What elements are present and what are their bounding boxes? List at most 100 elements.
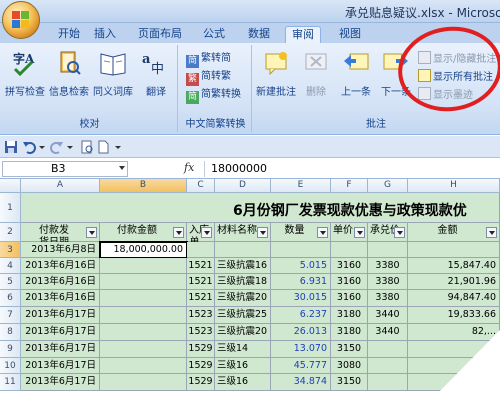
table-cell[interactable] [100,374,187,391]
table-cell[interactable] [368,358,408,374]
table-cell[interactable]: 三级16 [215,374,271,391]
column-header[interactable]: H [408,179,500,193]
table-cell[interactable]: 26.013 [271,324,331,341]
table-cell[interactable]: 2013年6月17日 [21,358,100,374]
table-cell[interactable]: 3160 [331,258,368,274]
row-header[interactable]: 6 [0,290,21,307]
filter-dropdown-icon[interactable] [486,227,497,238]
table-cell[interactable]: 3180 [331,307,368,324]
filter-dropdown-icon[interactable] [201,227,212,238]
table-cell[interactable]: 18,000,000.00 [99,241,188,259]
row-header[interactable]: 1 [0,193,21,223]
row-header[interactable]: 3 [0,242,21,258]
table-cell[interactable]: 1521 [187,274,215,290]
row-header[interactable]: 2 [0,223,21,242]
row-header[interactable]: 5 [0,274,21,290]
table-cell[interactable]: 2013年6月8日 [21,242,100,258]
table-cell[interactable]: 三级16 [215,358,271,374]
table-cell[interactable]: 三级14 [215,341,271,358]
table-cell[interactable] [100,341,187,358]
table-cell[interactable]: 三级抗震18 [215,274,271,290]
research-button[interactable]: 信息检索 [48,49,90,98]
table-cell[interactable]: 3160 [331,290,368,307]
table-cell[interactable] [271,242,331,258]
table-cell[interactable]: 1529 [187,374,215,391]
tab-formulas[interactable]: 公式 [197,26,231,43]
table-cell[interactable]: 2013年6月17日 [21,374,100,391]
spell-check-button[interactable]: 字A 拼写检查 [4,49,46,98]
tab-review[interactable]: 审阅 [285,26,321,43]
insert-function-icon[interactable]: fx [184,161,194,174]
table-cell[interactable]: 三级抗震25 [215,307,271,324]
table-cell[interactable]: 3380 [368,274,408,290]
row-header[interactable]: 9 [0,341,21,358]
table-cell[interactable]: 30.015 [271,290,331,307]
table-cell[interactable]: 13.070 [271,341,331,358]
column-header[interactable]: C [187,179,215,193]
show-all-comments-button[interactable]: 显示所有批注 [418,69,493,85]
table-cell[interactable]: 6.237 [271,307,331,324]
column-header[interactable]: E [271,179,331,193]
table-cell[interactable] [368,341,408,358]
table-cell[interactable] [215,242,271,258]
show-ink-button[interactable]: 显示墨迹 [418,87,473,103]
save-icon[interactable] [4,140,18,154]
table-cell[interactable]: 5.015 [271,258,331,274]
table-cell[interactable]: 21,901.96 [408,274,500,290]
table-header-h[interactable]: 金额 [408,223,500,242]
filter-dropdown-icon[interactable] [394,227,405,238]
table-cell[interactable]: 三级抗震16 [215,258,271,274]
column-header[interactable]: F [331,179,368,193]
tab-insert[interactable]: 插入 [88,26,122,43]
table-cell[interactable] [100,258,187,274]
table-cell[interactable]: 34.874 [271,374,331,391]
table-cell[interactable]: 3160 [331,274,368,290]
table-cell[interactable]: 1521 [187,258,215,274]
table-cell[interactable]: 2013年6月16日 [21,274,100,290]
table-cell[interactable]: 1529 [187,358,215,374]
table-cell[interactable]: 3380 [368,290,408,307]
table-cell[interactable] [187,242,215,258]
table-cell[interactable]: 2013年6月16日 [21,258,100,274]
table-cell[interactable]: 3180 [331,324,368,341]
undo-dropdown-icon[interactable] [38,140,46,154]
table-header-c[interactable]: 入库 单 [187,223,215,248]
table-cell[interactable]: 2013年6月17日 [21,341,100,358]
table-cell[interactable]: 19,833.66 [408,307,500,324]
table-cell[interactable]: 1523 [187,307,215,324]
filter-dropdown-icon[interactable] [257,227,268,238]
undo-icon[interactable] [22,140,36,154]
translate-button[interactable]: a 中 翻译 [136,49,176,98]
row-header[interactable]: 4 [0,258,21,274]
filter-dropdown-icon[interactable] [354,227,365,238]
filter-dropdown-icon[interactable] [173,227,184,238]
chinese-conversion-button[interactable]: 简简繁转换 [186,87,241,104]
name-box-dropdown-icon[interactable] [119,166,125,170]
table-cell[interactable]: 3150 [331,374,368,391]
tab-page-layout[interactable]: 页面布局 [132,26,188,43]
filter-dropdown-icon[interactable] [86,227,97,238]
table-cell[interactable]: 82,... [408,324,500,341]
thesaurus-button[interactable]: 同义词库 [92,49,134,98]
new-comment-button[interactable]: 新建批注 [256,49,296,98]
table-cell[interactable] [100,274,187,290]
name-box[interactable]: B3 [2,161,128,177]
row-header[interactable]: 7 [0,307,21,324]
column-header[interactable]: B [100,179,187,193]
table-header-f[interactable]: 单价 [331,223,368,242]
tab-data[interactable]: 数据 [242,26,276,43]
table-header-d[interactable]: 材料名称 [215,223,271,242]
table-cell[interactable] [100,324,187,341]
table-cell[interactable]: 3150 [331,341,368,358]
redo-icon[interactable] [50,140,64,154]
customize-qat-icon[interactable] [114,140,122,154]
column-header[interactable]: G [368,179,408,193]
trad-to-simp-button[interactable]: 简繁转简 [186,51,231,68]
office-button[interactable] [2,1,40,39]
print-preview-icon[interactable] [80,140,94,154]
formula-input[interactable]: 18000000 [204,161,498,177]
row-header[interactable]: 8 [0,324,21,341]
simp-to-trad-button[interactable]: 繁简转繁 [186,69,231,86]
tab-home[interactable]: 开始 [52,26,86,43]
table-cell[interactable] [368,242,408,258]
